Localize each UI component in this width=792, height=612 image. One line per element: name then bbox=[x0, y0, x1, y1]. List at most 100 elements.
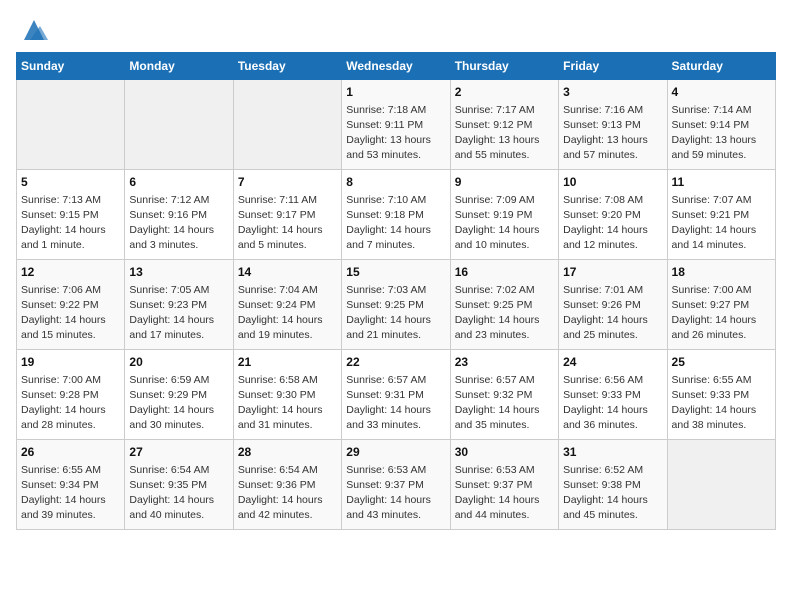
day-number: 17 bbox=[563, 264, 662, 281]
calendar-cell: 16 Sunrise: 7:02 AM Sunset: 9:25 PM Dayli… bbox=[450, 260, 558, 350]
calendar-cell: 9 Sunrise: 7:09 AM Sunset: 9:19 PM Daylig… bbox=[450, 170, 558, 260]
logo bbox=[16, 16, 48, 44]
day-info: Sunrise: 7:14 AM Sunset: 9:14 PM Dayligh… bbox=[672, 103, 771, 164]
calendar-cell: 10 Sunrise: 7:08 AM Sunset: 9:20 PM Dayli… bbox=[559, 170, 667, 260]
day-number: 26 bbox=[21, 444, 120, 461]
day-number: 28 bbox=[238, 444, 337, 461]
calendar-cell: 5 Sunrise: 7:13 AM Sunset: 9:15 PM Daylig… bbox=[17, 170, 125, 260]
day-info: Sunrise: 6:57 AM Sunset: 9:32 PM Dayligh… bbox=[455, 373, 554, 434]
day-number: 13 bbox=[129, 264, 228, 281]
day-info: Sunrise: 6:59 AM Sunset: 9:29 PM Dayligh… bbox=[129, 373, 228, 434]
calendar-cell: 7 Sunrise: 7:11 AM Sunset: 9:17 PM Daylig… bbox=[233, 170, 341, 260]
calendar-cell bbox=[233, 80, 341, 170]
day-number: 7 bbox=[238, 174, 337, 191]
day-info: Sunrise: 6:52 AM Sunset: 9:38 PM Dayligh… bbox=[563, 463, 662, 524]
day-number: 23 bbox=[455, 354, 554, 371]
calendar-cell: 2 Sunrise: 7:17 AM Sunset: 9:12 PM Daylig… bbox=[450, 80, 558, 170]
calendar-cell bbox=[667, 440, 775, 530]
calendar-cell: 14 Sunrise: 7:04 AM Sunset: 9:24 PM Dayli… bbox=[233, 260, 341, 350]
calendar-table: SundayMondayTuesdayWednesdayThursdayFrid… bbox=[16, 52, 776, 530]
day-number: 10 bbox=[563, 174, 662, 191]
day-info: Sunrise: 7:13 AM Sunset: 9:15 PM Dayligh… bbox=[21, 193, 120, 254]
day-info: Sunrise: 7:10 AM Sunset: 9:18 PM Dayligh… bbox=[346, 193, 445, 254]
day-info: Sunrise: 7:08 AM Sunset: 9:20 PM Dayligh… bbox=[563, 193, 662, 254]
day-info: Sunrise: 6:53 AM Sunset: 9:37 PM Dayligh… bbox=[346, 463, 445, 524]
logo-icon bbox=[20, 16, 48, 44]
week-row: 1Sunrise: 7:18 AM Sunset: 9:11 PM Daylig… bbox=[17, 80, 776, 170]
col-header-tuesday: Tuesday bbox=[233, 53, 341, 80]
day-number: 19 bbox=[21, 354, 120, 371]
calendar-cell: 18Sunrise: 7:00 AM Sunset: 9:27 PM Dayli… bbox=[667, 260, 775, 350]
calendar-cell: 22 Sunrise: 6:57 AM Sunset: 9:31 PM Dayli… bbox=[342, 350, 450, 440]
calendar-cell: 15 Sunrise: 7:03 AM Sunset: 9:25 PM Dayli… bbox=[342, 260, 450, 350]
week-row: 19 Sunrise: 7:00 AM Sunset: 9:28 PM Dayli… bbox=[17, 350, 776, 440]
day-number: 16 bbox=[455, 264, 554, 281]
week-row: 12Sunrise: 7:06 AM Sunset: 9:22 PM Dayli… bbox=[17, 260, 776, 350]
calendar-cell: 26 Sunrise: 6:55 AM Sunset: 9:34 PM Dayli… bbox=[17, 440, 125, 530]
day-info: Sunrise: 7:04 AM Sunset: 9:24 PM Dayligh… bbox=[238, 283, 337, 344]
week-row: 26 Sunrise: 6:55 AM Sunset: 9:34 PM Dayli… bbox=[17, 440, 776, 530]
calendar-cell: 20 Sunrise: 6:59 AM Sunset: 9:29 PM Dayli… bbox=[125, 350, 233, 440]
day-number: 2 bbox=[455, 84, 554, 101]
calendar-cell: 21Sunrise: 6:58 AM Sunset: 9:30 PM Dayli… bbox=[233, 350, 341, 440]
day-number: 14 bbox=[238, 264, 337, 281]
day-number: 24 bbox=[563, 354, 662, 371]
calendar-cell: 17 Sunrise: 7:01 AM Sunset: 9:26 PM Dayli… bbox=[559, 260, 667, 350]
day-number: 12 bbox=[21, 264, 120, 281]
col-header-friday: Friday bbox=[559, 53, 667, 80]
day-info: Sunrise: 7:17 AM Sunset: 9:12 PM Dayligh… bbox=[455, 103, 554, 164]
calendar-cell: 19 Sunrise: 7:00 AM Sunset: 9:28 PM Dayli… bbox=[17, 350, 125, 440]
day-info: Sunrise: 6:54 AM Sunset: 9:35 PM Dayligh… bbox=[129, 463, 228, 524]
day-number: 9 bbox=[455, 174, 554, 191]
day-info: Sunrise: 6:55 AM Sunset: 9:34 PM Dayligh… bbox=[21, 463, 120, 524]
calendar-cell: 30 Sunrise: 6:53 AM Sunset: 9:37 PM Dayli… bbox=[450, 440, 558, 530]
header-row: SundayMondayTuesdayWednesdayThursdayFrid… bbox=[17, 53, 776, 80]
day-info: Sunrise: 6:54 AM Sunset: 9:36 PM Dayligh… bbox=[238, 463, 337, 524]
calendar-cell: 13 Sunrise: 7:05 AM Sunset: 9:23 PM Dayli… bbox=[125, 260, 233, 350]
calendar-cell: 29 Sunrise: 6:53 AM Sunset: 9:37 PM Dayli… bbox=[342, 440, 450, 530]
calendar-cell: 27 Sunrise: 6:54 AM Sunset: 9:35 PM Dayli… bbox=[125, 440, 233, 530]
day-number: 20 bbox=[129, 354, 228, 371]
day-info: Sunrise: 7:09 AM Sunset: 9:19 PM Dayligh… bbox=[455, 193, 554, 254]
calendar-cell: 31 Sunrise: 6:52 AM Sunset: 9:38 PM Dayli… bbox=[559, 440, 667, 530]
calendar-cell: 24 Sunrise: 6:56 AM Sunset: 9:33 PM Dayli… bbox=[559, 350, 667, 440]
day-number: 8 bbox=[346, 174, 445, 191]
day-info: Sunrise: 6:58 AM Sunset: 9:30 PM Dayligh… bbox=[238, 373, 337, 434]
day-number: 31 bbox=[563, 444, 662, 461]
day-number: 3 bbox=[563, 84, 662, 101]
day-info: Sunrise: 7:18 AM Sunset: 9:11 PM Dayligh… bbox=[346, 103, 445, 164]
calendar-cell: 11 Sunrise: 7:07 AM Sunset: 9:21 PM Dayli… bbox=[667, 170, 775, 260]
col-header-sunday: Sunday bbox=[17, 53, 125, 80]
day-info: Sunrise: 7:12 AM Sunset: 9:16 PM Dayligh… bbox=[129, 193, 228, 254]
day-info: Sunrise: 7:00 AM Sunset: 9:28 PM Dayligh… bbox=[21, 373, 120, 434]
day-info: Sunrise: 7:01 AM Sunset: 9:26 PM Dayligh… bbox=[563, 283, 662, 344]
day-number: 11 bbox=[672, 174, 771, 191]
day-number: 29 bbox=[346, 444, 445, 461]
calendar-cell: 3Sunrise: 7:16 AM Sunset: 9:13 PM Daylig… bbox=[559, 80, 667, 170]
day-number: 30 bbox=[455, 444, 554, 461]
day-number: 15 bbox=[346, 264, 445, 281]
day-number: 5 bbox=[21, 174, 120, 191]
day-number: 22 bbox=[346, 354, 445, 371]
day-number: 6 bbox=[129, 174, 228, 191]
day-info: Sunrise: 7:11 AM Sunset: 9:17 PM Dayligh… bbox=[238, 193, 337, 254]
day-info: Sunrise: 6:55 AM Sunset: 9:33 PM Dayligh… bbox=[672, 373, 771, 434]
day-info: Sunrise: 6:57 AM Sunset: 9:31 PM Dayligh… bbox=[346, 373, 445, 434]
calendar-cell: 23 Sunrise: 6:57 AM Sunset: 9:32 PM Dayli… bbox=[450, 350, 558, 440]
col-header-wednesday: Wednesday bbox=[342, 53, 450, 80]
day-info: Sunrise: 7:05 AM Sunset: 9:23 PM Dayligh… bbox=[129, 283, 228, 344]
week-row: 5 Sunrise: 7:13 AM Sunset: 9:15 PM Daylig… bbox=[17, 170, 776, 260]
day-info: Sunrise: 7:02 AM Sunset: 9:25 PM Dayligh… bbox=[455, 283, 554, 344]
day-info: Sunrise: 7:03 AM Sunset: 9:25 PM Dayligh… bbox=[346, 283, 445, 344]
day-number: 4 bbox=[672, 84, 771, 101]
calendar-cell: 25Sunrise: 6:55 AM Sunset: 9:33 PM Dayli… bbox=[667, 350, 775, 440]
day-info: Sunrise: 7:07 AM Sunset: 9:21 PM Dayligh… bbox=[672, 193, 771, 254]
calendar-cell: 8 Sunrise: 7:10 AM Sunset: 9:18 PM Daylig… bbox=[342, 170, 450, 260]
day-info: Sunrise: 6:53 AM Sunset: 9:37 PM Dayligh… bbox=[455, 463, 554, 524]
col-header-monday: Monday bbox=[125, 53, 233, 80]
day-number: 18 bbox=[672, 264, 771, 281]
col-header-thursday: Thursday bbox=[450, 53, 558, 80]
day-number: 27 bbox=[129, 444, 228, 461]
day-info: Sunrise: 6:56 AM Sunset: 9:33 PM Dayligh… bbox=[563, 373, 662, 434]
col-header-saturday: Saturday bbox=[667, 53, 775, 80]
